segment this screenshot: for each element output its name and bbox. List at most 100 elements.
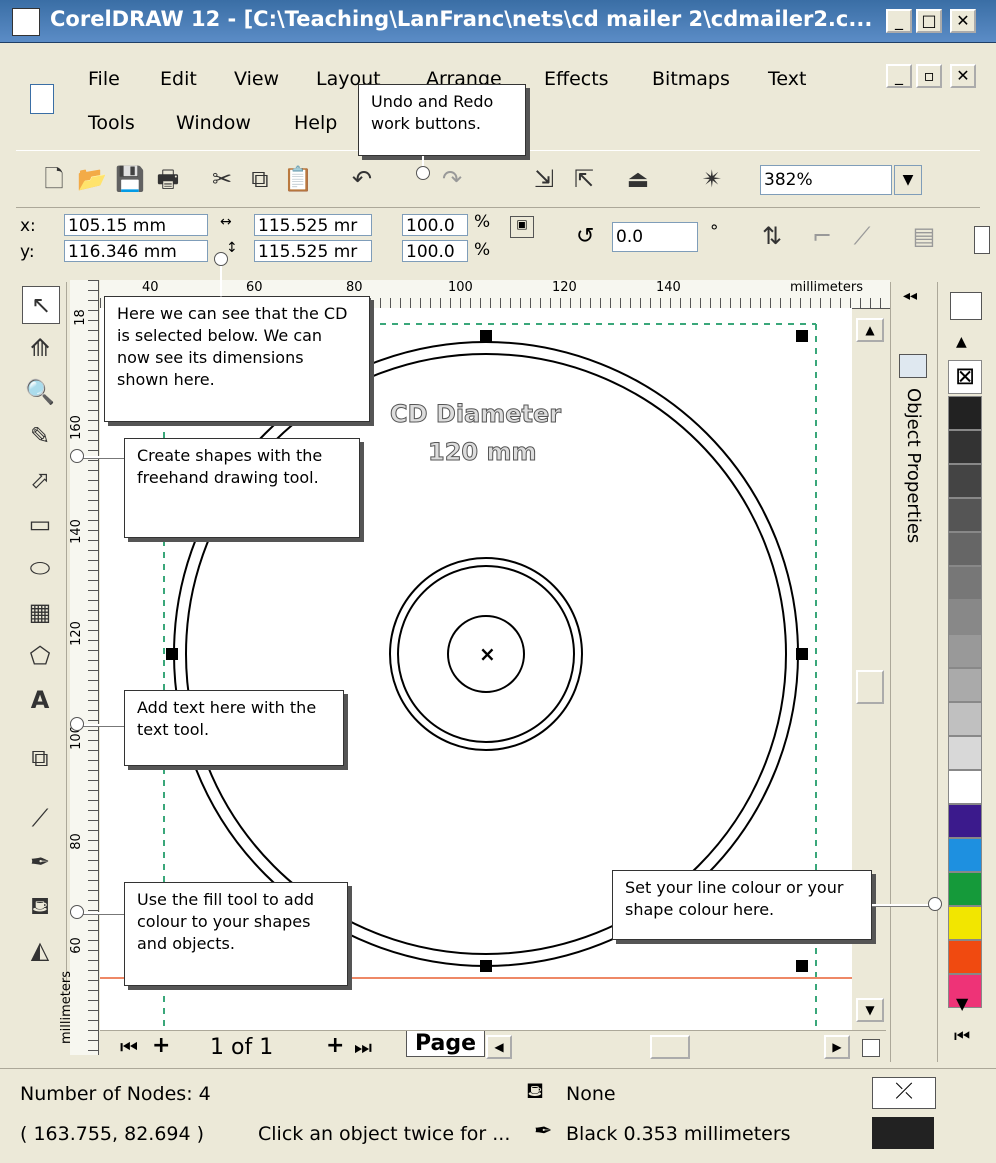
lock-ratio-icon[interactable]: ▣ [510,216,534,238]
smart-fill-tool-icon[interactable]: ⬀ [22,462,58,498]
color-swatch[interactable] [948,736,982,770]
menu-tools[interactable]: Tools [88,112,135,134]
color-swatch[interactable] [948,498,982,532]
minimize-button[interactable]: _ [886,9,912,33]
scroll-down-button[interactable]: ▼ [856,998,884,1022]
doc-restore-button[interactable]: ▫ [916,64,942,88]
x-position-field[interactable]: 105.15 mm [64,214,208,236]
page-tab[interactable]: Page [406,1031,486,1057]
height-field[interactable]: 115.525 mr [254,240,372,262]
undo-icon[interactable]: ↶ [346,163,378,195]
add-page-before-icon[interactable]: + [152,1033,170,1058]
scale-x-field[interactable]: 100.0 [402,214,468,236]
ruler-ticks [88,280,98,1055]
corel-online-icon[interactable]: ✴ [696,163,728,195]
line-icon[interactable]: ⟋ [846,220,878,252]
first-page-icon[interactable]: ⏮ [120,1035,138,1059]
interactive-fill-tool-icon[interactable]: ◭ [22,932,58,968]
object-properties-icon[interactable] [899,354,927,378]
outline-tool-icon[interactable]: ✒ [22,844,58,880]
chevron-down-icon[interactable]: ▼ [894,165,922,195]
menu-edit[interactable]: Edit [160,68,197,90]
print-icon[interactable]: 🖶 [152,163,184,195]
no-color-swatch[interactable]: ⊠ [948,360,982,394]
new-icon[interactable]: 🗋 [38,163,70,195]
palette-scroll-down-icon[interactable]: ▼ [956,994,968,1013]
pick-tool-icon[interactable]: ↖ [22,286,60,324]
color-swatch[interactable] [948,566,982,600]
app-icon [12,8,40,36]
color-swatch[interactable] [948,396,982,430]
color-swatch[interactable] [948,634,982,668]
color-swatch[interactable] [948,702,982,736]
doc-minimize-button[interactable]: _ [886,64,912,88]
palette-options-icon[interactable] [950,292,982,320]
scale-y-field[interactable]: 100.0 [402,240,468,262]
rotation-field[interactable]: 0.0 [612,222,698,252]
fill-status: None [566,1083,616,1105]
zoom-select[interactable]: 382% [760,165,892,195]
paste-icon[interactable]: 📋 [282,163,314,195]
palette-end-icon[interactable]: ⏮ [954,1026,970,1047]
save-icon[interactable]: 💾 [114,163,146,195]
last-page-icon[interactable]: ⏭ [354,1035,372,1059]
color-swatch[interactable] [948,804,982,838]
interactive-blend-tool-icon[interactable]: ⧉ [22,740,58,776]
menu-window[interactable]: Window [176,112,251,134]
color-swatch[interactable] [948,532,982,566]
eyedropper-tool-icon[interactable]: ⟋ [22,800,58,836]
close-button[interactable]: ✕ [950,9,976,33]
to-curve-icon[interactable]: ⌐ [806,220,838,252]
color-swatch[interactable] [948,838,982,872]
color-swatch[interactable] [948,600,982,634]
outline-box-icon[interactable] [974,226,990,254]
export-icon[interactable]: ⇱ [568,163,600,195]
text-tool-icon[interactable]: A [22,682,58,718]
menu-help[interactable]: Help [294,112,337,134]
palette-scroll-up-icon[interactable]: ▲ [956,334,967,350]
basic-shapes-tool-icon[interactable]: ⬠ [22,638,58,674]
fill-swatch[interactable]: ⤫ [872,1077,936,1109]
color-swatch[interactable] [948,940,982,974]
add-page-after-icon[interactable]: + [326,1033,344,1058]
outline-swatch[interactable] [872,1117,934,1149]
open-icon[interactable]: 📂 [76,163,108,195]
color-swatch[interactable] [948,668,982,702]
ellipse-tool-icon[interactable]: ⬭ [22,550,58,586]
menu-file[interactable]: File [88,68,120,90]
shape-tool-icon[interactable]: ⟰ [22,330,58,366]
menu-bitmaps[interactable]: Bitmaps [652,68,730,90]
docker-tab-label[interactable]: Object Properties [893,388,933,543]
cut-icon[interactable]: ✂ [206,163,238,195]
rotate-icon: ↺ [576,224,595,249]
zoom-tool-icon[interactable]: 🔍 [22,374,58,410]
rectangle-tool-icon[interactable]: ▭ [22,506,58,542]
hscroll-thumb[interactable] [650,1035,690,1059]
menu-text[interactable]: Text [768,68,806,90]
menu-effects[interactable]: Effects [544,68,609,90]
color-swatch[interactable] [948,906,982,940]
width-field[interactable]: 115.525 mr [254,214,372,236]
color-swatch[interactable] [948,770,982,804]
wrap-icon[interactable]: ▤ [908,220,940,252]
menu-view[interactable]: View [234,68,279,90]
freehand-tool-icon[interactable]: ✎ [22,418,58,454]
mirror-icon[interactable]: ⇅ [756,220,788,252]
redo-icon[interactable]: ↷ [436,163,468,195]
fill-tool-icon[interactable]: ⛾ [22,888,58,924]
scroll-left-button[interactable]: ◀ [486,1035,512,1059]
color-swatch[interactable] [948,464,982,498]
doc-close-button[interactable]: ✕ [950,64,976,88]
graph-paper-tool-icon[interactable]: ▦ [22,594,58,630]
color-swatch[interactable] [948,872,982,906]
copy-icon[interactable]: ⧉ [244,163,276,195]
scroll-up-button[interactable]: ▲ [856,318,884,342]
collapse-docker-icon[interactable]: ◂◂ [903,288,917,304]
maximize-button[interactable]: □ [916,9,942,33]
color-swatch[interactable] [948,430,982,464]
import-icon[interactable]: ⇲ [528,163,560,195]
scroll-right-button[interactable]: ▶ [824,1035,850,1059]
y-position-field[interactable]: 116.346 mm [64,240,208,262]
scroll-thumb[interactable] [856,670,884,704]
launcher-icon[interactable]: ⏏ [622,163,654,195]
